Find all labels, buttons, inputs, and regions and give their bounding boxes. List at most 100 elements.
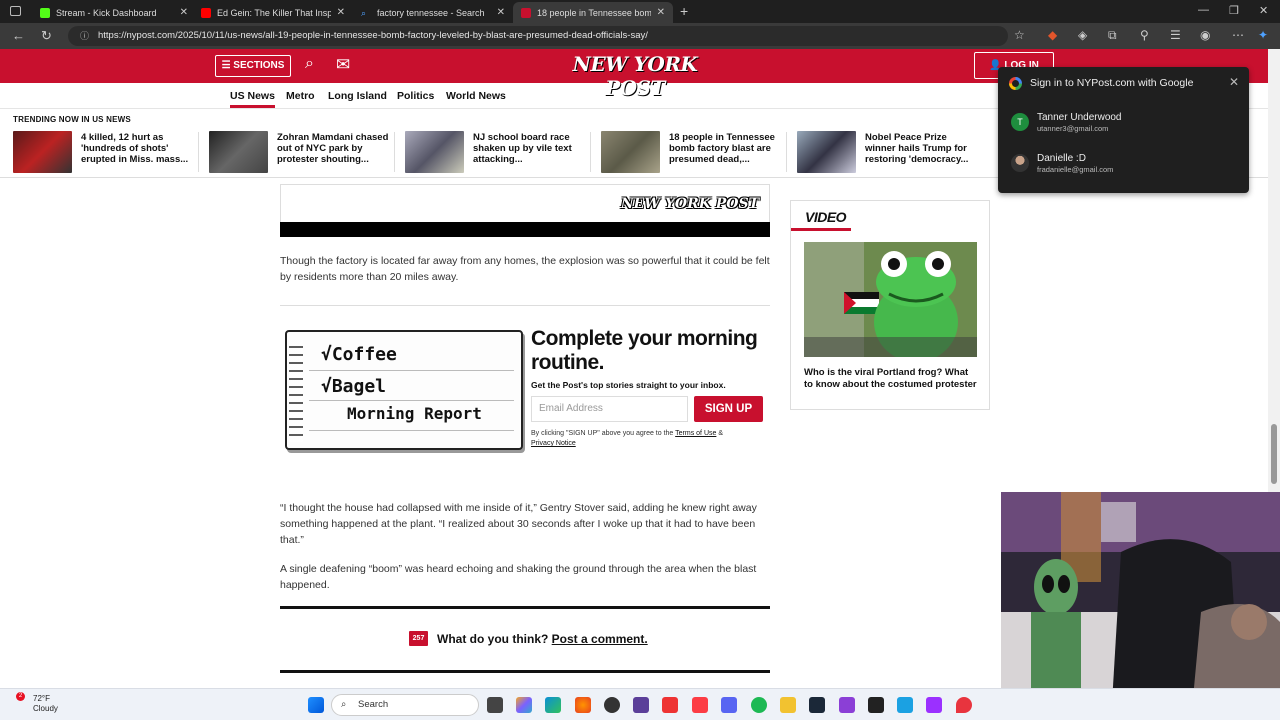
close-tab-icon[interactable]: ✕ xyxy=(180,7,188,18)
newsletter-email-input[interactable]: Email Address xyxy=(531,396,688,422)
notepad-line xyxy=(309,430,514,431)
trending-item[interactable]: NJ school board race shaken up by vile t… xyxy=(405,131,595,173)
address-toolbar: ← ↻ ⓘ https://nypost.com/2025/10/11/us-n… xyxy=(0,23,1280,49)
app-icon[interactable] xyxy=(897,697,913,713)
url-field[interactable]: ⓘ https://nypost.com/2025/10/11/us-news/… xyxy=(68,26,1008,46)
video-heading-rule xyxy=(791,228,851,231)
profile-avatar-icon[interactable]: ◉ xyxy=(1200,28,1210,42)
subnav-world-news[interactable]: World News xyxy=(446,90,506,102)
maximize-icon[interactable]: ❐ xyxy=(1229,4,1239,17)
post-comment-link[interactable]: Post a comment. xyxy=(552,632,648,646)
tab-ed-gein[interactable]: Ed Gein: The Killer That Inspired M ✕ xyxy=(193,2,353,23)
extension-icon[interactable]: ◆ xyxy=(1048,28,1057,42)
google-logo-icon xyxy=(1009,77,1022,90)
more-options-icon[interactable]: ⋯ xyxy=(1232,28,1244,42)
notification-badge: 2 xyxy=(16,692,25,701)
subnav-us-news[interactable]: US News xyxy=(230,90,275,108)
avatar: T xyxy=(1011,113,1029,131)
newsletter-notepad-image: √Coffee √Bagel Morning Report xyxy=(285,330,523,450)
copilot-icon[interactable]: ✦ xyxy=(1258,28,1268,42)
extensions-puzzle-icon[interactable]: ⧉ xyxy=(1108,28,1117,43)
video-thumbnail[interactable] xyxy=(804,242,977,357)
trending-item[interactable]: Zohran Mamdani chased out of NYC park by… xyxy=(209,131,399,173)
weather-description: Cloudy xyxy=(33,704,58,713)
account-email: utanner3@gmail.com xyxy=(1037,124,1109,133)
close-tab-icon[interactable]: ✕ xyxy=(497,7,505,18)
new-tab-button[interactable]: + xyxy=(680,3,688,19)
firefox-icon[interactable] xyxy=(575,697,591,713)
windows-taskbar: 2 72°F Cloudy ⌕ Search xyxy=(0,688,1280,720)
favorites-icon[interactable]: ☰ xyxy=(1170,28,1181,42)
account-email: fradanielle@gmail.com xyxy=(1037,165,1114,174)
video-caption[interactable]: Who is the viral Portland frog? What to … xyxy=(804,367,979,390)
nypost-favicon-icon xyxy=(521,7,531,18)
newsletter-signup-button[interactable]: SIGN UP xyxy=(694,396,763,422)
file-explorer-icon[interactable] xyxy=(780,697,796,713)
legal-amp: & xyxy=(718,430,724,437)
app-icon[interactable] xyxy=(633,697,649,713)
notepad-text: √Bagel xyxy=(321,376,387,397)
app-icon[interactable] xyxy=(662,697,678,713)
split-screen-icon[interactable]: ⚲ xyxy=(1140,28,1149,42)
fx-app-icon[interactable] xyxy=(926,697,942,713)
copilot-app-icon[interactable] xyxy=(516,697,532,713)
weather-widget[interactable]: 2 72°F Cloudy xyxy=(16,692,58,714)
divider xyxy=(394,132,395,172)
start-icon[interactable] xyxy=(308,697,324,713)
tab-search[interactable]: ⌕ factory tennessee - Search ✕ xyxy=(353,2,513,23)
close-tab-icon[interactable]: ✕ xyxy=(657,7,665,18)
favorite-star-icon[interactable]: ☆ xyxy=(1014,28,1025,42)
music-icon[interactable] xyxy=(692,697,708,713)
tab-nypost-article[interactable]: 18 people in Tennessee bomb factory ✕ xyxy=(513,2,673,23)
extension-icon[interactable]: ◈ xyxy=(1078,28,1087,42)
newsletter-heading: Complete your morning routine. xyxy=(531,327,758,374)
trending-item[interactable]: Nobel Peace Prize winner hails Trump for… xyxy=(797,131,987,173)
comments-question: What do you think? xyxy=(437,632,549,646)
google-account-row[interactable]: T Tanner Underwood utanner3@gmail.com xyxy=(998,107,1249,143)
subnav-metro[interactable]: Metro xyxy=(286,90,315,102)
google-account-row[interactable]: Danielle :D fradanielle@gmail.com xyxy=(998,148,1249,184)
search-icon[interactable]: ⌕ xyxy=(305,55,314,73)
newsletter-subheading: Get the Post's top stories straight to y… xyxy=(531,380,726,390)
privacy-notice-link[interactable]: Privacy Notice xyxy=(531,440,576,447)
app-icon[interactable] xyxy=(868,697,884,713)
trending-title: 18 people in Tennessee bomb factory blas… xyxy=(669,132,775,165)
trending-item[interactable]: 18 people in Tennessee bomb factory blas… xyxy=(601,131,791,173)
scrollbar-thumb[interactable] xyxy=(1271,424,1277,484)
spotify-icon[interactable] xyxy=(751,697,767,713)
notepad-text: Morning Report xyxy=(347,404,482,423)
trending-item[interactable]: 4 killed, 12 hurt as 'hundreds of shots'… xyxy=(13,131,203,173)
window-menu-icon[interactable] xyxy=(10,6,21,16)
refresh-icon[interactable]: ↻ xyxy=(41,28,52,44)
terms-of-use-link[interactable]: Terms of Use xyxy=(675,430,716,437)
video-control-bar[interactable] xyxy=(280,222,770,237)
trending-thumbnail xyxy=(405,131,464,173)
app-icon[interactable] xyxy=(956,697,972,713)
close-tab-icon[interactable]: ✕ xyxy=(337,7,345,18)
site-info-icon[interactable]: ⓘ xyxy=(80,26,89,46)
youtube-favicon-icon xyxy=(201,7,211,18)
comment-count-badge[interactable]: 257 xyxy=(409,631,428,646)
subnav-politics[interactable]: Politics xyxy=(397,90,434,102)
legal-prefix: By clicking "SIGN UP" above you agree to… xyxy=(531,430,674,437)
trending-title: Zohran Mamdani chased out of NYC park by… xyxy=(277,132,389,165)
minimize-icon[interactable]: — xyxy=(1198,4,1209,16)
taskbar-search[interactable]: ⌕ Search xyxy=(331,694,479,716)
tab-title: Stream - Kick Dashboard xyxy=(56,7,157,18)
trending-title: NJ school board race shaken up by vile t… xyxy=(473,132,572,165)
email-icon[interactable]: ✉ xyxy=(336,55,350,75)
obs-icon[interactable] xyxy=(604,697,620,713)
discord-icon[interactable] xyxy=(721,697,737,713)
tab-kick-dashboard[interactable]: Stream - Kick Dashboard ✕ xyxy=(32,2,196,23)
back-icon[interactable]: ← xyxy=(12,28,25,43)
close-icon[interactable]: ✕ xyxy=(1229,75,1239,89)
app-icon[interactable] xyxy=(839,697,855,713)
google-popup-title: Sign in to NYPost.com with Google xyxy=(1030,77,1194,89)
sections-button[interactable]: ☰ SECTIONS xyxy=(215,55,291,77)
close-window-icon[interactable]: ✕ xyxy=(1259,4,1268,17)
edge-icon[interactable] xyxy=(545,697,561,713)
subnav-long-island[interactable]: Long Island xyxy=(328,90,387,102)
article-paragraph: “I thought the house had collapsed with … xyxy=(280,502,757,546)
steam-icon[interactable] xyxy=(809,697,825,713)
task-view-icon[interactable] xyxy=(487,697,503,713)
